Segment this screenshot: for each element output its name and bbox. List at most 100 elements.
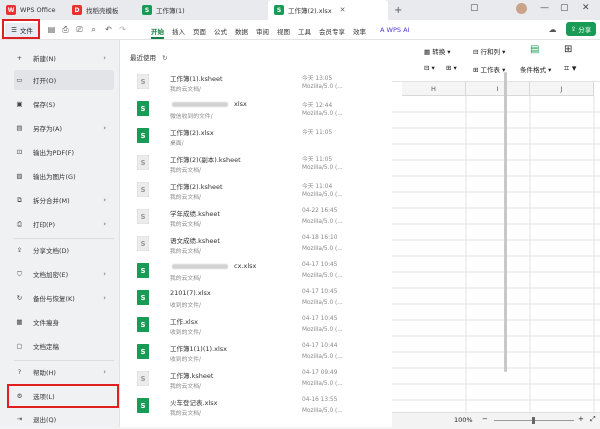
column-header-h[interactable]: H <box>402 82 466 96</box>
zoom-level[interactable]: 100% <box>454 416 473 424</box>
minimize-icon[interactable]: — <box>540 3 549 13</box>
cell-style-icon[interactable]: ▤ <box>530 44 539 55</box>
recent-file-row[interactable]: S 工作.xlsx 收到的文件/04-17 10:45 Mozilla/5.0 (..… <box>130 313 388 340</box>
sheet-grid[interactable]: H I J <box>392 82 600 412</box>
print-quick-icon[interactable]: ⎚ <box>75 25 84 34</box>
scrollbar-thumb[interactable] <box>504 72 507 372</box>
recent-file-row[interactable]: S 火车登记表.xlsx 我的云文档/04-16 13:55 Mozilla/5.0 … <box>130 394 388 421</box>
recent-file-row[interactable]: S 工作簿(2).ksheet 我的云文档/今天 11:04 Mozilla/5.0 … <box>130 178 388 205</box>
encrypt-icon: ⛉ <box>17 269 22 278</box>
rows-cols-button[interactable]: ⊟ 行和列 ▾ <box>473 46 505 56</box>
convert-button[interactable]: ▦ 转换 ▾ <box>424 46 451 56</box>
sidebar-item-split-merge[interactable]: ⧉ 拆分合并(M) › <box>14 190 114 210</box>
tab-label: 工作簿(2).xlsx <box>288 7 332 15</box>
recent-files-panel: 最近使用 ↻ S 工作簿(1).ksheet 我的云文档/今天 13:05 Mozil… <box>120 40 507 427</box>
menu-member[interactable]: 会员专享 <box>319 26 345 36</box>
recent-file-row[interactable]: S 语文成绩.ksheet 我的云文档/04-18 16:10 Mozilla/5.0… <box>130 232 388 259</box>
sidebar-item-export-image[interactable]: ▨ 输出为图片(G) <box>14 166 114 186</box>
menu-page[interactable]: 页面 <box>193 26 206 36</box>
close-window-icon[interactable]: ✕ <box>582 3 590 13</box>
sidebar-item-help[interactable]: ? 帮助(H) › <box>14 362 114 382</box>
menu-start[interactable]: 开始 <box>151 26 164 39</box>
sidebar-item-print[interactable]: ⎙ 打印(P) › <box>14 214 114 234</box>
sidebar-item-save[interactable]: ▣ 保存(S) <box>14 94 114 114</box>
preview-quick-icon[interactable]: ⌕ <box>89 25 98 34</box>
recent-file-row[interactable]: S 工作簿.ksheet 我的云文档/04-17 09:49 Mozilla/5.0 … <box>130 367 388 394</box>
file-name: xlsx <box>234 100 247 108</box>
print-icon: ⎙ <box>16 219 23 228</box>
share-button[interactable]: ⇪ 分享 <box>566 22 596 36</box>
save-quick-icon[interactable]: ▤ <box>47 25 56 34</box>
menu-formula[interactable]: 公式 <box>214 26 227 36</box>
sidebar-item-label: 文档加密(E) <box>33 271 69 279</box>
file-date: 今天 13:05 <box>302 76 333 82</box>
sheet-icon: S <box>142 5 152 15</box>
recent-file-row[interactable]: S 工作簿(1).ksheet 我的云文档/今天 13:05 Mozilla/5.0 … <box>130 70 388 97</box>
rows-cols-label: 行和列 <box>480 48 501 56</box>
fullscreen-icon[interactable]: ⤢ <box>590 415 596 424</box>
sidebar-item-encrypt[interactable]: ⛉ 文档加密(E) › <box>14 264 114 284</box>
file-date: 今天 11:05 <box>302 130 333 136</box>
zoom-out-icon[interactable]: − <box>482 415 488 423</box>
export-quick-icon[interactable]: ⎙ <box>61 25 70 34</box>
wps-ai-button[interactable]: A WPS AI <box>380 26 409 34</box>
zoom-slider-thumb[interactable] <box>532 417 535 424</box>
grid-lines <box>392 96 600 412</box>
sidebar-item-open[interactable]: ▭ 打开(O) <box>14 70 114 90</box>
recent-file-row[interactable]: Sxlsx 微信收到的文件/今天 12:44 Mozilla/5.0 (... <box>130 97 388 124</box>
format-button[interactable]: ⊞ ▾ <box>446 64 457 72</box>
sidebar-item-save-as[interactable]: ▤ 另存为(A) › <box>14 118 114 138</box>
undo-icon[interactable]: ↶ <box>104 25 113 34</box>
file-location: 收到的文件/ <box>170 303 201 309</box>
tab-workbook-1[interactable]: S 工作簿(1) <box>136 0 268 20</box>
tab-label: 找稻壳模板 <box>86 7 119 15</box>
cond-format-button[interactable]: 条件格式 ▾ <box>520 64 551 74</box>
tab-docer[interactable]: D 找稻壳模板 <box>66 0 136 20</box>
recent-file-row[interactable]: Scx.xlsx 我的云文档/04-17 10:45 Mozilla/5.0 (..… <box>130 259 388 286</box>
menu-insert[interactable]: 插入 <box>172 26 185 36</box>
menu-view[interactable]: 视图 <box>277 26 290 36</box>
avatar[interactable] <box>516 3 527 14</box>
file-location: 我的云文档/ <box>170 87 201 93</box>
highlight-options-item <box>7 384 119 408</box>
file-app: Mozilla/5.0 (... <box>302 381 343 387</box>
column-header-i[interactable]: I <box>466 82 530 96</box>
window-list-icon[interactable]: ▢ <box>470 3 479 13</box>
recent-file-row[interactable]: S 2101(7).xlsx 收到的文件/04-17 10:45 Mozilla/5.… <box>130 286 388 313</box>
refresh-icon[interactable]: ↻ <box>162 54 167 62</box>
zoom-in-icon[interactable]: + <box>578 415 584 423</box>
close-icon[interactable]: ✕ <box>340 6 346 14</box>
sidebar-item-share-doc[interactable]: ⇪ 分享文档(D) <box>14 240 114 260</box>
border-dropdown-icon[interactable]: ⌗ ▾ <box>564 64 576 74</box>
recent-file-row[interactable]: S 工作簿(2).xlsx 桌面/今天 11:05 <box>130 124 388 151</box>
sidebar-item-finalize[interactable]: ▢ 文档定稿 <box>14 336 114 356</box>
sidebar-item-export-pdf[interactable]: ⊡ 输出为PDF(F) <box>14 142 114 162</box>
redo-icon[interactable]: ↷ <box>118 25 127 34</box>
recent-file-row[interactable]: S 学年成绩.ksheet 我的云文档/04-22 16:45 Mozilla/5.0… <box>130 205 388 232</box>
status-bar: 100% − + ⤢ <box>392 412 600 427</box>
column-header-j[interactable]: J <box>530 82 594 96</box>
recent-file-row[interactable]: S 工作簿1(1)(1).xlsx 收到的文件/04-17 10:44 Mozilla… <box>130 340 388 367</box>
svg-text:S: S <box>140 348 145 356</box>
tab-wps-office[interactable]: W WPS Office <box>0 0 66 20</box>
maximize-icon[interactable]: ▢ <box>560 3 569 13</box>
sidebar-item-backup[interactable]: ↻ 备份与恢复(K) › <box>14 288 114 308</box>
fill-button[interactable]: ⊟ ▾ <box>424 64 435 72</box>
menu-review[interactable]: 审阅 <box>256 26 269 36</box>
menu-tools[interactable]: 工具 <box>298 26 311 36</box>
worksheet-button[interactable]: ⊞ 工作表 ▾ <box>473 64 505 74</box>
tab-label: WPS Office <box>20 6 56 14</box>
tab-workbook-2[interactable]: S 工作簿(2).xlsx ✕ <box>268 0 388 20</box>
cloud-icon[interactable]: ☁ <box>548 25 557 34</box>
sidebar-item-slim[interactable]: ▦ 文件瘦身 <box>14 312 114 332</box>
scrollbar[interactable] <box>504 72 508 422</box>
ksheet-file-icon: S <box>137 74 149 89</box>
sidebar-item-label: 拆分合并(M) <box>33 197 70 205</box>
sidebar-item-new[interactable]: + 新建(N) › <box>14 48 114 68</box>
recent-file-row[interactable]: S 工作簿(2)(副本).ksheet 我的云文档/今天 11:05 Mozilla/… <box>130 151 388 178</box>
border-icon[interactable]: ⊞ <box>564 44 572 55</box>
menu-data[interactable]: 数据 <box>235 26 248 36</box>
new-tab-button[interactable]: + <box>394 5 402 16</box>
sidebar-item-exit[interactable]: ⇥ 退出(Q) <box>14 409 114 429</box>
menu-efficiency[interactable]: 效率 <box>353 26 366 36</box>
